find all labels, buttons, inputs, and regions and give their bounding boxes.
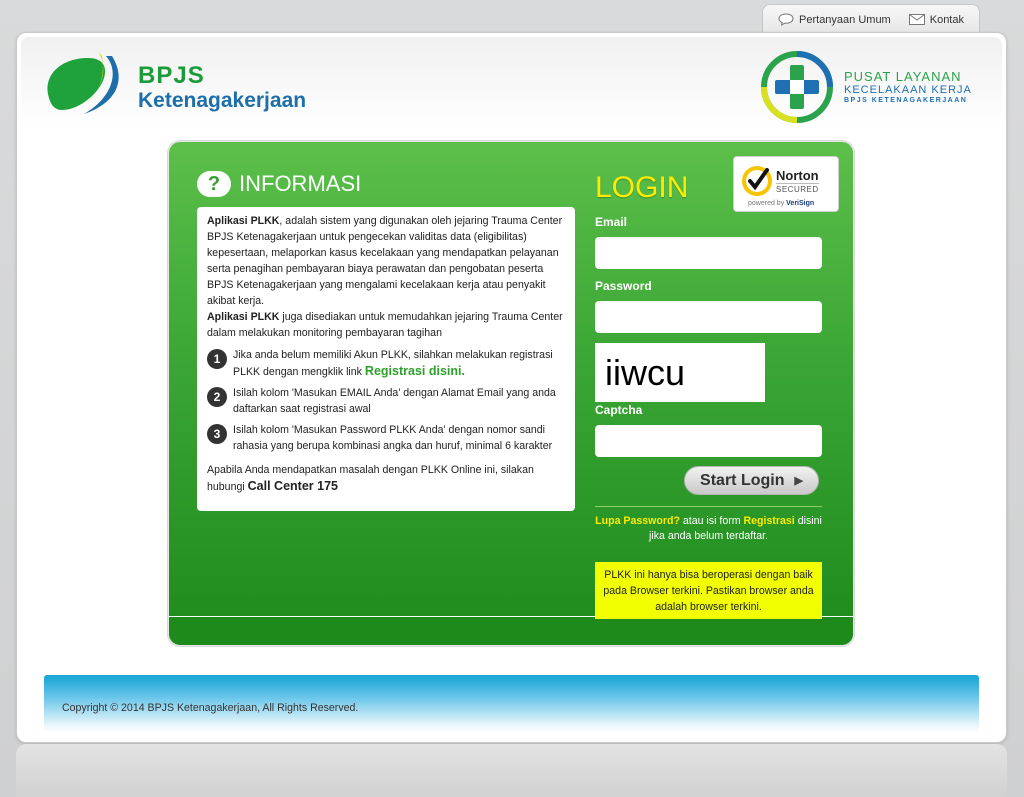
- captcha-field[interactable]: [595, 425, 822, 457]
- info-paragraph-1: Aplikasi PLKK, adalah sistem yang diguna…: [207, 213, 565, 309]
- start-login-button[interactable]: Start Login ▶: [684, 466, 819, 495]
- logo-line1: PUSAT LAYANAN: [844, 69, 962, 84]
- pusat-layanan-logo: PUSAT LAYANAN KECELAKAAN KERJA BPJS KETE…: [760, 50, 990, 126]
- info-heading: ? INFORMASI: [197, 171, 361, 197]
- info-title: INFORMASI: [239, 171, 362, 196]
- step-number-icon: 1: [207, 349, 227, 369]
- browser-notice: PLKK ini hanya bisa beroperasi dengan ba…: [595, 562, 822, 619]
- bpjs-leaf-icon: [47, 52, 119, 114]
- contact-label: Kontak: [929, 13, 964, 26]
- login-divider: [595, 506, 822, 507]
- login-title: LOGIN: [595, 171, 689, 204]
- steps-list: 1 Jika anda belum memiliki Akun PLKK, si…: [207, 347, 565, 454]
- step-number-icon: 3: [207, 424, 227, 444]
- play-arrow-icon: ▶: [794, 475, 803, 487]
- info-panel: Aplikasi PLKK, adalah sistem yang diguna…: [197, 207, 575, 511]
- forgot-password-link[interactable]: Lupa Password?: [595, 515, 680, 527]
- logo-line3: BPJS KETENAGAKERJAAN: [844, 97, 968, 104]
- step-number-icon: 2: [207, 387, 227, 407]
- norton-powered-pre: powered by: [748, 200, 787, 207]
- captcha-image: iiwcu: [595, 343, 765, 402]
- footer: Copyright © 2014 BPJS Ketenagakerjaan, A…: [44, 675, 979, 733]
- bpjs-logo[interactable]: BPJS Ketenagakerjaan: [44, 52, 334, 118]
- question-icon: ?: [197, 171, 231, 197]
- info-p1-text: , adalah sistem yang digunakan oleh jeja…: [207, 215, 563, 307]
- registration-link[interactable]: Registrasi: [744, 515, 795, 527]
- envelope-icon: [908, 14, 925, 25]
- forgot-mid-text: atau isi form: [679, 515, 744, 527]
- password-field[interactable]: [595, 301, 822, 333]
- norton-badge[interactable]: Norton SECURED powered by VeriSign: [733, 156, 839, 212]
- step-text: Isilah kolom 'Masukan Password PLKK Anda…: [233, 424, 553, 452]
- faq-label: Pertanyaan Umum: [799, 13, 891, 26]
- norton-powered-brand: VeriSign: [786, 200, 815, 207]
- info-contact: Apabila Anda mendapatkan masalah dengan …: [207, 462, 565, 495]
- container-bottom-strip: [169, 617, 853, 645]
- checkmark-icon: [742, 166, 772, 196]
- captcha-label: Captcha: [595, 403, 643, 417]
- faq-link[interactable]: Pertanyaan Umum: [778, 13, 891, 26]
- email-field[interactable]: [595, 237, 822, 269]
- step-text: Isilah kolom 'Masukan EMAIL Anda' dengan…: [233, 387, 556, 415]
- info-p1-bold: Aplikasi PLKK: [207, 215, 280, 227]
- forgot-password-text: Lupa Password? atau isi form Registrasi …: [595, 514, 822, 544]
- brand-name: BPJS: [138, 62, 205, 89]
- norton-name: Norton: [776, 168, 819, 183]
- email-label: Email: [595, 215, 628, 229]
- bottom-reflection: [16, 744, 1007, 797]
- password-label: Password: [595, 279, 652, 293]
- step-item: 3 Isilah kolom 'Masukan Password PLKK An…: [207, 422, 565, 454]
- speech-bubble-icon: [778, 13, 794, 26]
- norton-powered: powered by VeriSign: [748, 200, 814, 207]
- call-center: Call Center 175: [247, 479, 338, 493]
- norton-secured: SECURED: [776, 183, 819, 194]
- step-item: 2 Isilah kolom 'Masukan EMAIL Anda' deng…: [207, 385, 565, 417]
- step-item: 1 Jika anda belum memiliki Akun PLKK, si…: [207, 347, 565, 380]
- info-p2-bold: Aplikasi PLKK: [207, 311, 280, 323]
- medical-cross-icon: [761, 51, 833, 123]
- top-nav-tab: Pertanyaan Umum Kontak: [762, 4, 980, 34]
- start-login-label: Start Login: [700, 471, 785, 489]
- logo-line2: KECELAKAAN KERJA: [844, 84, 972, 96]
- info-paragraph-2: Aplikasi PLKK juga disediakan untuk memu…: [207, 309, 565, 341]
- copyright-text: Copyright © 2014 BPJS Ketenagakerjaan, A…: [62, 702, 359, 714]
- contact-link[interactable]: Kontak: [908, 13, 964, 26]
- register-link[interactable]: Registrasi disini.: [365, 364, 465, 378]
- brand-subname: Ketenagakerjaan: [138, 89, 307, 112]
